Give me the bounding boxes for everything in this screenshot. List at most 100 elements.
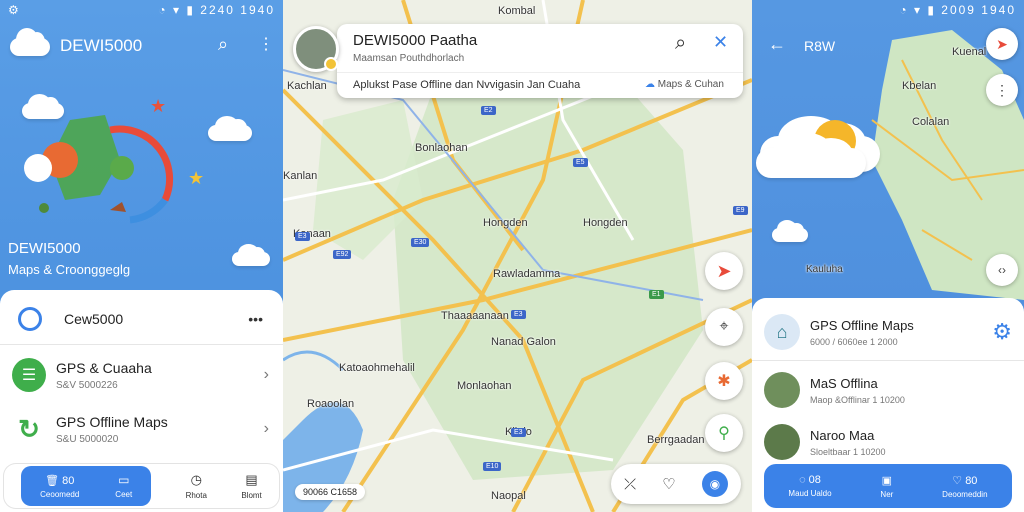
list-item[interactable]: MaS Offlina Maop &Offlinar 1 10200 [752,368,1024,412]
map-label: Kauluha [806,264,843,275]
back-arrow-icon[interactable]: ← [768,34,786,55]
card-header[interactable]: Cew5000 ••• [0,304,283,334]
bottom-sheet: Cew5000 ••• ☰ GPS & Cuaaha S&V 5000226 ›… [0,290,283,512]
map-label: Kanlan [283,170,318,182]
bottom-nav: ◌ 08 Maud Ualdo ▣ Ner ♡ 80 Deoomeddin [764,464,1012,508]
item-subtitle: S&V 5000226 [56,379,118,391]
list-item[interactable]: Naroo Maa Sloeltbaar 1 10200 [752,420,1024,464]
map-label: Hongden [583,217,628,229]
map-label: Hongden [483,217,528,229]
layers-button[interactable]: ✱ [705,362,743,400]
cloud-icon [232,244,270,266]
map-label: Thaaaaanaan [441,310,509,322]
route-badge: E30 [411,238,430,247]
list-item[interactable]: ⌂ GPS Offline Maps 6000 / 6060ee 1 2000 … [752,308,1024,356]
close-icon[interactable]: ✕ [713,32,728,53]
right-screen: ◔ ▾ ▮ 2009 1940 ← R8W ➤ ⋮ ‹› Kuenal Kbel… [752,0,1024,512]
crosshair-icon: ⌖ [719,318,729,335]
locate-button[interactable]: ‹› [986,254,1018,286]
maps-chip[interactable]: ☁ Maps & Cuhan [645,79,724,90]
app-bar: DEWI5000 ⌕ ⋮ [0,28,283,62]
bottom-sheet: ⌂ GPS Offline Maps 6000 / 6060ee 1 2000 … [752,298,1024,512]
heart-icon[interactable]: ♡ [662,475,675,493]
list-item[interactable]: ↻ GPS Offline Maps S&U 5000020 › [0,406,283,452]
place-subtitle: Maamsan Pouthdhorlach [353,53,465,64]
location-button[interactable]: ⌖ [705,308,743,346]
more-vert-icon: ⋮ [995,81,1009,98]
map-label: Kachlan [287,80,327,92]
compass-button[interactable]: ➤ [705,252,743,290]
screen-title: R8W [804,38,836,54]
place-thumbnail [764,424,800,460]
nav-active-group: 🗑 80 Ceoomedd ▭ Ceet [21,466,152,506]
map-label: Monlaohan [457,380,512,392]
place-tagline: Aplukst Pase Offline dan Nvvigasin Jan C… [353,79,581,91]
image-icon: ▣ [881,474,893,487]
divider [752,360,1024,361]
nav-label: Ner [880,489,894,499]
place-header-card[interactable]: DEWI5000 Paatha Maamsan Pouthdhorlach ⌕ … [337,24,743,98]
item-title: Naroo Maa [810,427,875,443]
weather-cloud-icon [756,131,866,178]
list-icon: ☰ [12,358,46,392]
place-title: DEWI5000 Paatha [353,32,478,49]
map-screen[interactable]: Kombal Kachlan Bonlaohan Kanlan Kanaan H… [283,0,752,512]
cloud-icon [772,220,808,242]
pin-icon: ⚲ [718,425,730,442]
map-label: Berrgaadan [647,434,705,446]
pin-button[interactable]: ⚲ [705,414,743,452]
divider [0,344,283,345]
nav-label: Ceoomedd [40,489,80,499]
route-badge: E5 [573,158,588,167]
compass-icon: ➤ [996,35,1008,52]
hero-illustration [24,115,174,224]
map-label: Bonlaohan [415,142,468,154]
gear-icon[interactable]: ⚙ [992,319,1012,345]
cloud-icon [208,116,252,141]
compass-button[interactable]: ➤ [986,28,1018,60]
nav-item-ceet[interactable]: ▭ Ceet [115,473,132,499]
item-title: GPS & Cuaaha [56,359,152,376]
more-horiz-icon[interactable]: ••• [248,311,263,327]
map-label: Nanad Galon [491,336,556,348]
list-item[interactable]: ☰ GPS & Cuaaha S&V 5000226 › [0,352,283,398]
place-thumbnail [764,372,800,408]
route-badge: E3 [511,428,526,437]
star-icon: ★ [188,168,205,188]
status-icons: ◔ ▾ ▮ 2009 1940 [899,3,1016,17]
nav-item-blomt[interactable]: ▤ Blomt [241,472,261,500]
clock-icon: ◷ [190,472,202,487]
route-badge: E2 [481,106,496,115]
item-subtitle: S&U 5000020 [56,433,119,445]
card-title: Cew5000 [64,311,124,327]
compass-icon: ➤ [716,260,732,281]
status-bar: ⚙ ◔ ▾ ▮ 2240 1940 [0,0,283,20]
map-label: Naopal [491,490,526,502]
hero-title: DEWI5000 [8,240,81,257]
nav-item-deoomeddin[interactable]: ♡ 80 Deoomeddin [942,474,987,499]
trash-icon: 🗑 80 [45,474,75,487]
item-title: GPS Offline Maps [56,413,168,430]
hero-subtitle: Maps & Croonggeglg [8,262,131,277]
nav-item-maud-ualdo[interactable]: ◌ 08 Maud Ualdo [788,474,831,498]
map-label: Rawladamma [493,268,561,280]
more-vert-icon[interactable]: ⋮ [258,34,274,54]
inbox-icon: ▤ [245,472,258,487]
chevron-right-icon: › [263,366,269,383]
nav-item-rhota[interactable]: ◷ Rhota [186,472,207,500]
search-icon[interactable]: ⌕ [218,34,228,55]
place-thumbnail[interactable] [293,26,339,72]
route-icon[interactable]: ⤫ [624,476,636,493]
status-bar: ◔ ▾ ▮ 2009 1940 [752,0,1024,20]
left-screen: ⚙ ◔ ▾ ▮ 2240 1940 DEWI5000 ⌕ ⋮ ★ ★ DEWI5… [0,0,283,512]
map-label: Colalan [912,116,950,128]
search-icon[interactable]: ⌕ [675,32,686,55]
nav-label: Ceet [115,490,133,499]
more-button[interactable]: ⋮ [986,74,1018,106]
navigate-icon[interactable]: ◉ [701,471,728,497]
nav-item-ner[interactable]: ▣ Ner [880,474,893,499]
route-icon: ↻ [18,413,40,444]
nav-item-ceoomedd[interactable]: 🗑 80 Ceoomedd [40,474,79,499]
nav-label: Blomt [241,491,262,500]
item-title: MaS Offlina [810,375,878,391]
